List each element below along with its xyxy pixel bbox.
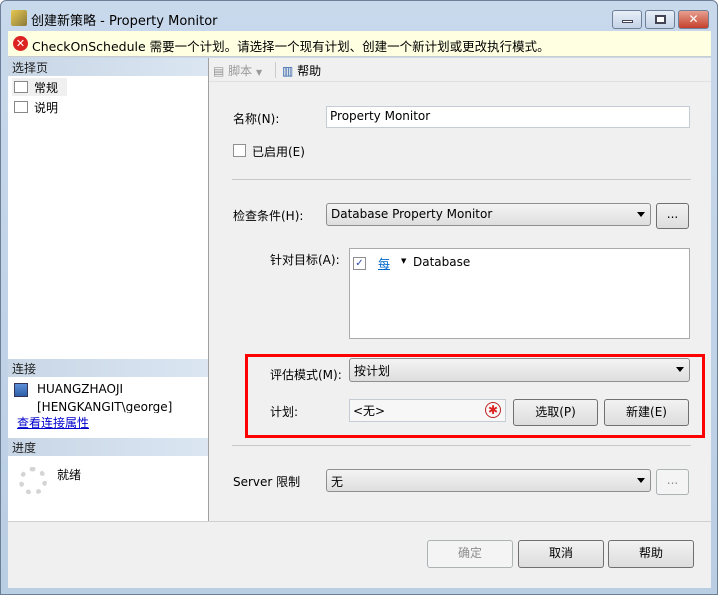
- page-item-description[interactable]: 说明: [12, 98, 67, 116]
- page-label: 说明: [34, 101, 59, 115]
- server-limit-dropdown[interactable]: 无: [326, 469, 651, 492]
- page-icon: [14, 101, 28, 113]
- target-type: Database: [413, 255, 471, 269]
- cancel-button[interactable]: 取消: [518, 540, 604, 568]
- eval-mode-dropdown[interactable]: 按计划: [349, 358, 690, 382]
- enabled-checkbox[interactable]: [233, 144, 246, 157]
- minimize-button[interactable]: [612, 10, 642, 29]
- name-label: 名称(N):: [233, 112, 280, 126]
- help-label: 帮助: [297, 64, 322, 78]
- page-item-general[interactable]: 常规: [12, 78, 67, 96]
- condition-label: 检查条件(H):: [233, 209, 304, 223]
- error-icon: ✕: [13, 36, 28, 51]
- policy-icon: [11, 10, 27, 26]
- progress-spinner-icon: [19, 467, 47, 495]
- new-schedule-button[interactable]: 新建(E): [604, 399, 689, 426]
- left-panel: 选择页 常规 说明 连接 HUANGZHAOJI [HENGKANGIT\geo…: [8, 58, 209, 521]
- ok-button[interactable]: 确定: [427, 540, 513, 568]
- page-label: 常规: [34, 81, 59, 95]
- divider: [232, 445, 691, 446]
- condition-value: Database Property Monitor: [331, 207, 493, 221]
- dialog-window: 创建新策略 - Property Monitor ✕ ✕ CheckOnSche…: [0, 0, 718, 595]
- schedule-value: <无>: [353, 404, 386, 418]
- chevron-down-icon: ▼: [256, 68, 263, 77]
- target-checkbox[interactable]: ✓: [353, 257, 366, 270]
- select-page-header: 选择页: [8, 58, 208, 76]
- eval-mode-value: 按计划: [354, 364, 391, 378]
- targets-label: 针对目标(A):: [270, 253, 340, 267]
- chevron-down-icon: [676, 367, 684, 372]
- help-icon: ▥: [282, 64, 294, 78]
- schedule-label: 计划:: [270, 405, 299, 419]
- condition-dropdown[interactable]: Database Property Monitor: [326, 203, 651, 226]
- server-limit-browse-button[interactable]: ...: [656, 469, 689, 495]
- help-toolbar-button[interactable]: ▥ 帮助: [282, 62, 321, 79]
- warning-bar: ✕ CheckOnSchedule 需要一个计划。请选择一个现有计划、创建一个新…: [8, 31, 711, 57]
- chevron-down-icon: [637, 212, 645, 217]
- user-name: [HENGKANGIT\george]: [37, 400, 173, 413]
- toolbar: ▤ 脚本 ▼ ▥ 帮助: [209, 58, 711, 82]
- right-panel: ▤ 脚本 ▼ ▥ 帮助 名称(N): Property Monitor 已启用(…: [209, 58, 711, 521]
- window-title: 创建新策略 - Property Monitor: [31, 14, 218, 29]
- targets-list: ✓ 每 ▼ Database: [349, 248, 690, 339]
- close-button[interactable]: ✕: [678, 10, 709, 29]
- chevron-down-icon: [637, 478, 645, 483]
- pick-schedule-button[interactable]: 选取(P): [513, 399, 598, 426]
- connection-header: 连接: [8, 359, 208, 377]
- toolbar-divider: [275, 62, 276, 78]
- page-icon: [14, 81, 28, 93]
- button-bar: 确定 取消 帮助: [8, 521, 711, 588]
- server-limit-value: 无: [331, 475, 344, 489]
- schedule-field: <无> ✱: [349, 399, 506, 422]
- help-button[interactable]: 帮助: [608, 540, 694, 568]
- chevron-down-icon[interactable]: ▼: [401, 257, 406, 265]
- target-every-link[interactable]: 每: [378, 255, 390, 272]
- script-icon: ▤: [213, 64, 225, 78]
- maximize-button[interactable]: [645, 10, 675, 29]
- script-button[interactable]: ▤ 脚本 ▼: [213, 62, 262, 79]
- server-name: HUANGZHAOJI: [37, 382, 124, 396]
- enabled-label: 已启用(E): [252, 145, 305, 159]
- condition-browse-button[interactable]: ...: [656, 203, 689, 229]
- server-icon: [14, 383, 28, 397]
- required-error-icon: ✱: [485, 402, 501, 418]
- warning-text: CheckOnSchedule 需要一个计划。请选择一个现有计划、创建一个新计划…: [32, 39, 550, 54]
- progress-status: 就绪: [57, 468, 82, 482]
- divider: [232, 179, 691, 180]
- server-limit-label: Server 限制: [233, 475, 301, 489]
- name-input[interactable]: Property Monitor: [326, 106, 690, 128]
- progress-header: 进度: [8, 438, 208, 456]
- eval-mode-label: 评估模式(M):: [270, 368, 342, 382]
- script-label: 脚本: [228, 64, 253, 78]
- view-connection-properties-link[interactable]: 查看连接属性: [17, 414, 89, 431]
